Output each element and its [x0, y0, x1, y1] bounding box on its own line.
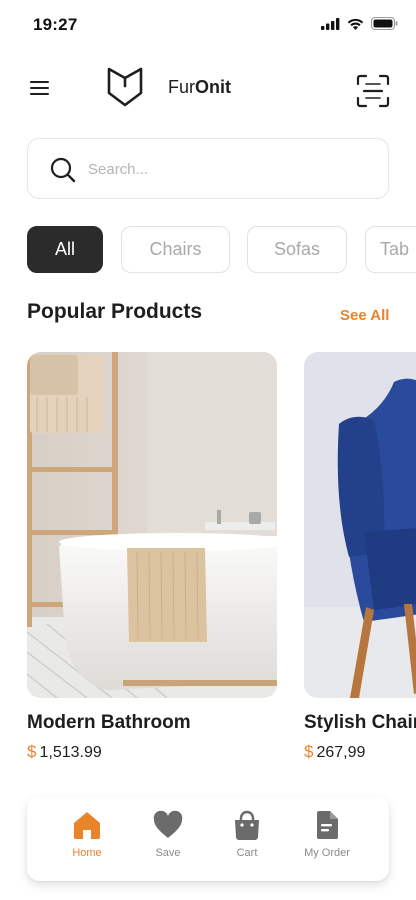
- currency-symbol: $: [27, 742, 37, 761]
- price-value: 1,513.99: [39, 744, 102, 761]
- heart-icon: [153, 810, 183, 838]
- app-header: FurOnit: [0, 62, 416, 112]
- home-icon: [74, 812, 100, 839]
- nav-my-order[interactable]: My Order: [287, 809, 367, 869]
- price-value: 267,99: [316, 744, 366, 761]
- category-chips: All Chairs Sofas Tab: [27, 226, 416, 274]
- nav-home[interactable]: Home: [47, 809, 127, 869]
- category-chip-chairs[interactable]: Chairs: [121, 226, 230, 273]
- signal-icon: [321, 17, 340, 30]
- scan-icon[interactable]: [355, 73, 391, 109]
- section-title: Popular Products: [27, 300, 203, 323]
- brand-bold: Onit: [195, 77, 231, 97]
- product-price: $267,99: [304, 742, 365, 762]
- category-chip-tables[interactable]: Tab: [365, 226, 416, 273]
- product-price: $1,513.99: [27, 742, 102, 762]
- nav-label-my-order: My Order: [304, 847, 350, 859]
- bottom-nav: Home Save Cart My Order: [27, 797, 389, 881]
- nav-label-home: Home: [72, 847, 102, 859]
- shopping-bag-icon: [235, 810, 259, 840]
- nav-cart[interactable]: Cart: [207, 809, 287, 869]
- app-screen: 19:27 FurOnit Search... All Chairs Sofas…: [0, 0, 416, 900]
- hamburger-line: [30, 93, 49, 96]
- nav-label-cart: Cart: [236, 847, 258, 859]
- menu-button[interactable]: [27, 78, 53, 98]
- document-icon: [317, 811, 338, 839]
- product-image-bathroom: [27, 352, 277, 698]
- product-name: Modern Bathroom: [27, 712, 191, 733]
- wifi-icon: [347, 18, 364, 30]
- brand-regular: Fur: [168, 77, 195, 97]
- search-bar[interactable]: [27, 138, 389, 199]
- hamburger-icon: [30, 81, 49, 84]
- product-card[interactable]: Modern Bathroom $1,513.99: [27, 352, 277, 761]
- see-all-link[interactable]: See All: [340, 307, 389, 324]
- category-chip-sofas[interactable]: Sofas: [247, 226, 347, 273]
- search-input[interactable]: [88, 154, 373, 184]
- search-icon: [50, 157, 76, 183]
- status-time: 19:27: [33, 15, 78, 34]
- shield-logo-icon: [107, 67, 143, 107]
- product-card[interactable]: Stylish Chair $267,99: [304, 352, 416, 761]
- nav-label-save: Save: [155, 847, 181, 859]
- hamburger-line: [30, 87, 49, 90]
- product-name: Stylish Chair: [304, 712, 416, 733]
- currency-symbol: $: [304, 742, 314, 761]
- battery-icon: [371, 17, 398, 30]
- status-icons: [321, 17, 398, 30]
- brand-name: FurOnit: [168, 77, 231, 98]
- nav-save[interactable]: Save: [128, 809, 208, 869]
- category-chip-all[interactable]: All: [27, 226, 103, 273]
- product-image-chair: [304, 352, 416, 698]
- status-bar: 19:27: [0, 0, 416, 48]
